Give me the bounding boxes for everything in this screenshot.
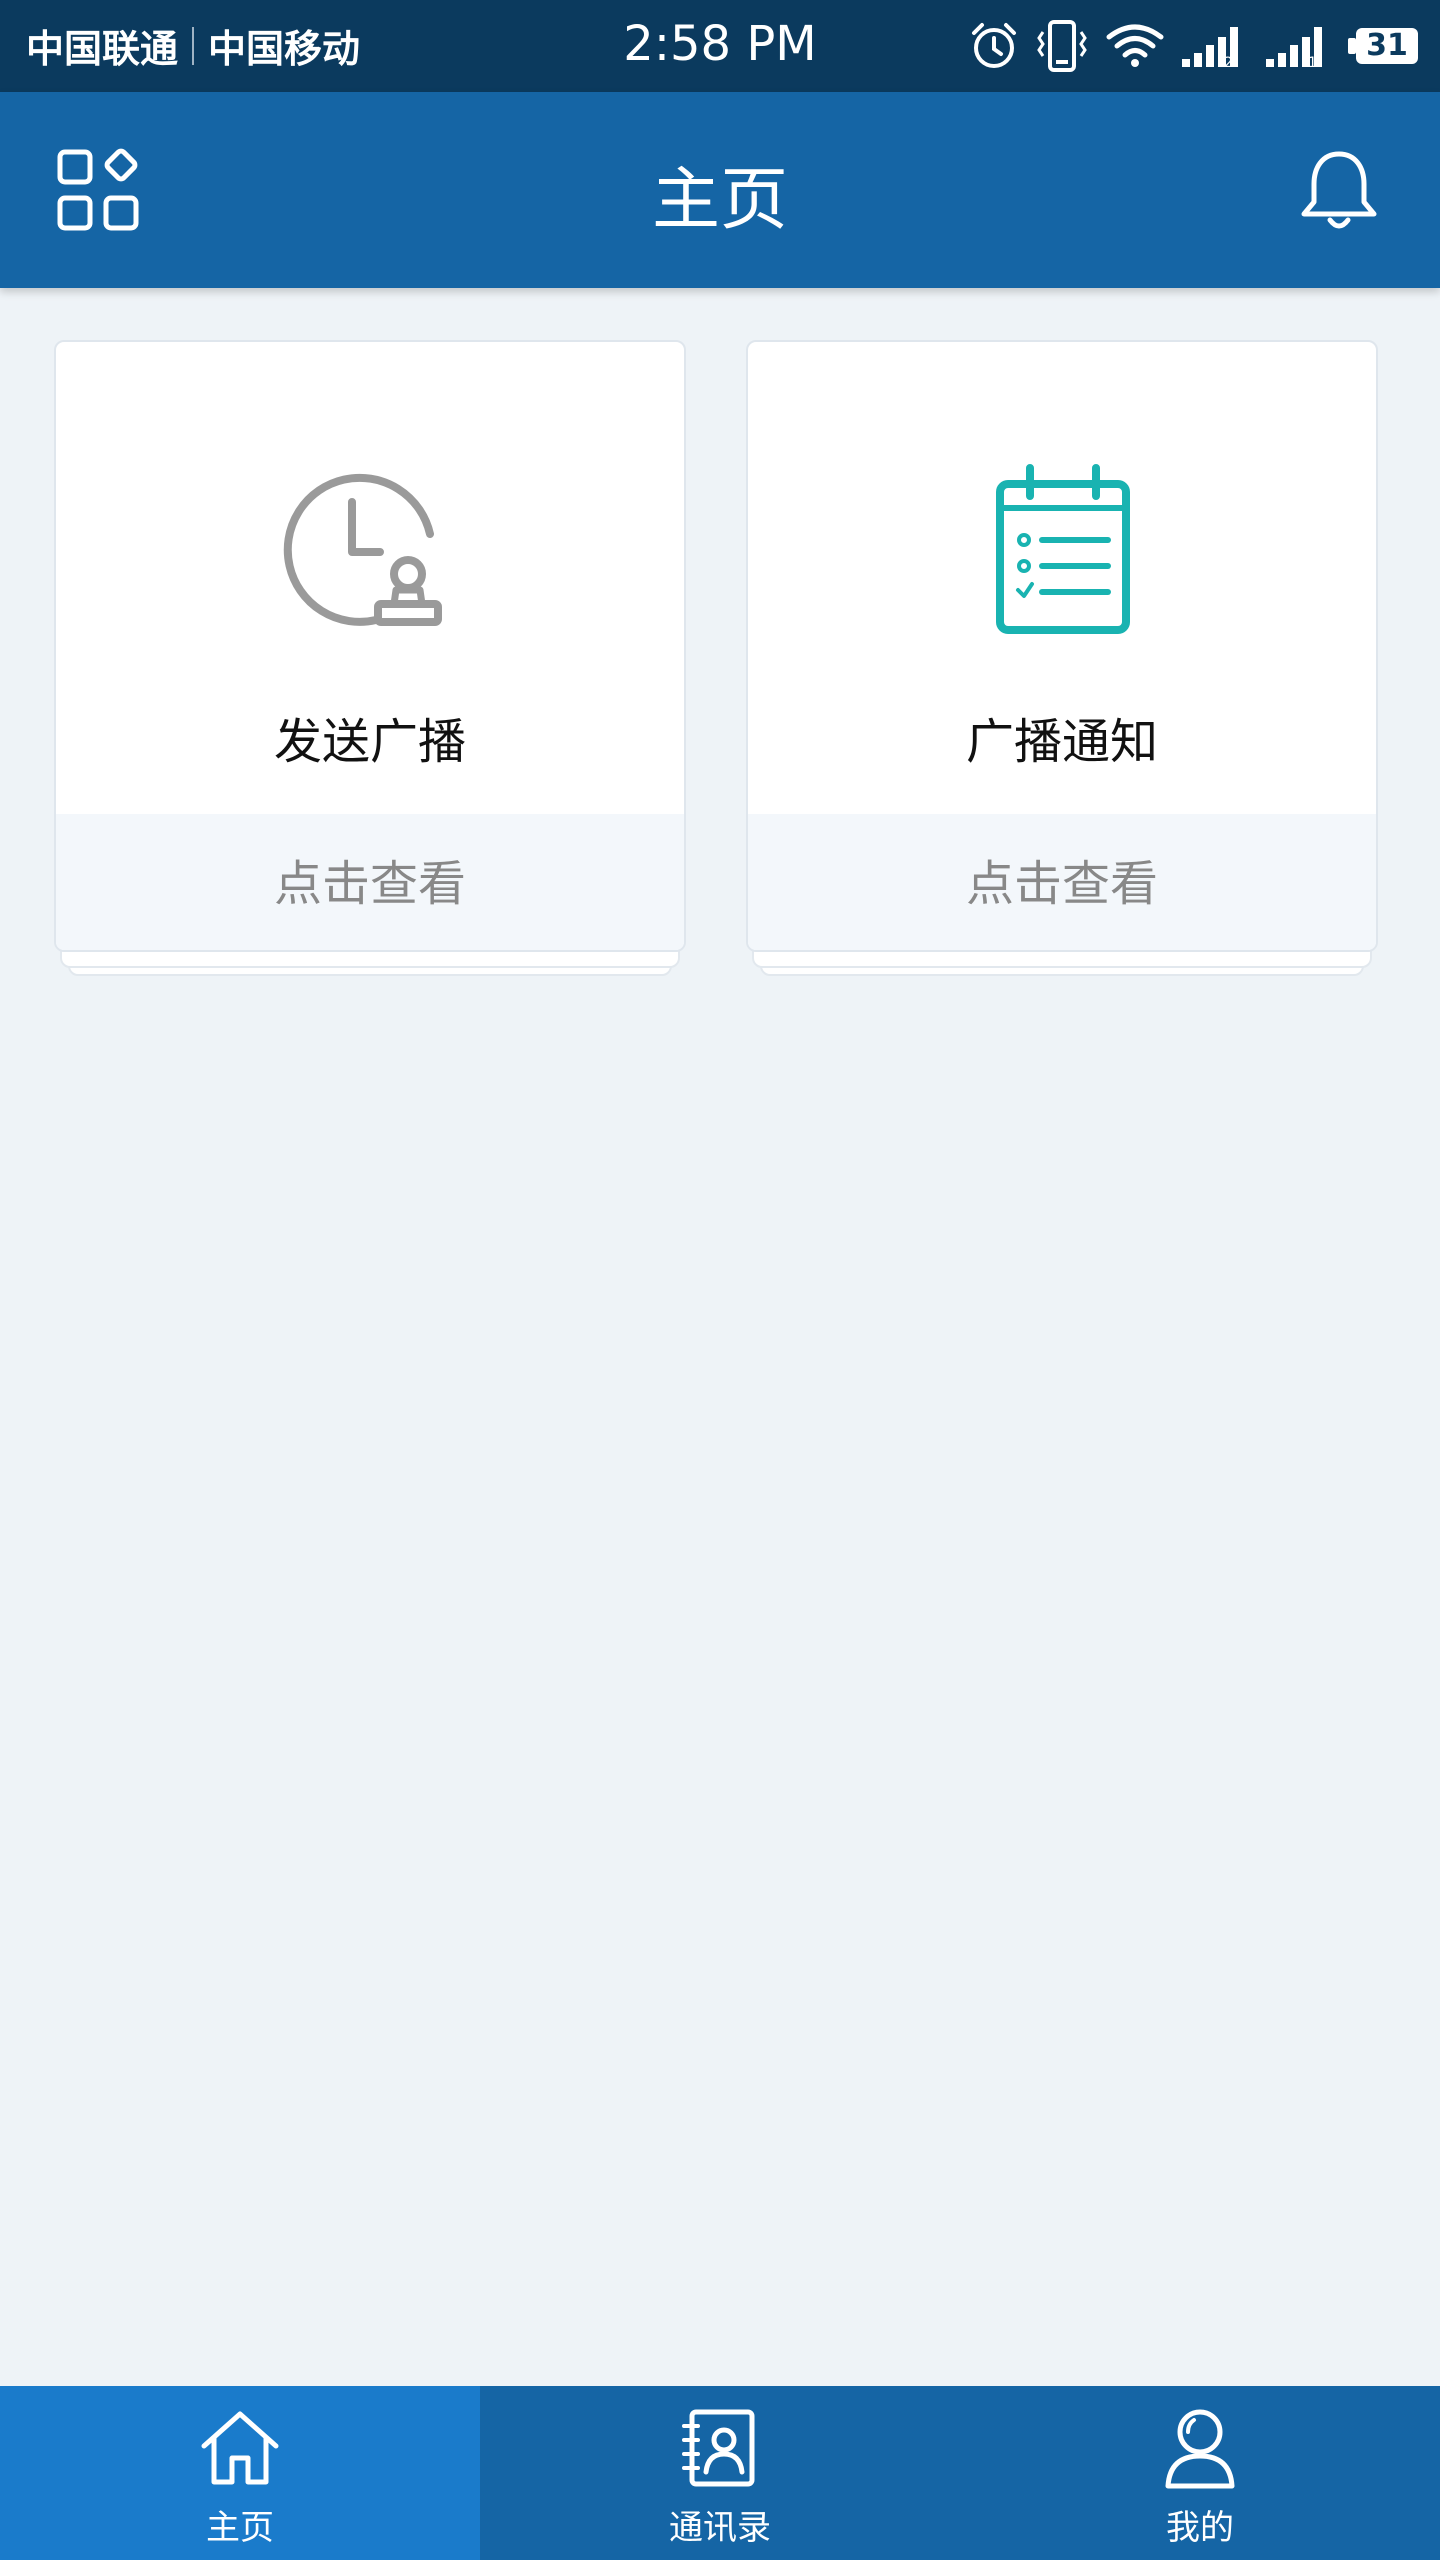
card-body: 发送广播 点击查看 xyxy=(54,340,686,952)
status-icons: 2 1 31 xyxy=(970,18,1420,74)
tab-label: 主页 xyxy=(206,2508,274,2548)
notifications-button[interactable] xyxy=(1294,146,1384,236)
contacts-icon xyxy=(682,2409,755,2487)
page-title: 主页 xyxy=(651,161,788,240)
signal-sim2-icon: 2 xyxy=(1182,27,1238,69)
alarm-icon xyxy=(972,23,1016,68)
tab-home[interactable]: 主页 xyxy=(0,2386,480,2560)
home-screen: 中国联通 中国移动 2:58 PM 2 1 31 主页 发送广播 点击查看 广播… xyxy=(0,0,1440,2560)
signal-sim1-icon: 1 xyxy=(1266,27,1322,69)
tab-contacts[interactable]: 通讯录 xyxy=(480,2386,960,2560)
home-icon xyxy=(201,2411,279,2485)
bottom-tab-bar: 主页 通讯录 我的 xyxy=(0,2386,1440,2560)
app-header: 主页 xyxy=(0,92,1440,288)
vibrate-icon xyxy=(1037,20,1087,72)
svg-text:2: 2 xyxy=(1224,55,1233,69)
card-send-broadcast[interactable]: 发送广播 点击查看 xyxy=(54,340,686,976)
clipboard-checklist-icon xyxy=(996,464,1130,634)
status-bar: 中国联通 中国移动 2:58 PM 2 1 31 xyxy=(0,0,1440,92)
card-view-label: 点击查看 xyxy=(965,856,1158,912)
wifi-icon xyxy=(1106,24,1164,67)
card-body: 广播通知 点击查看 xyxy=(746,340,1378,952)
card-title: 广播通知 xyxy=(965,714,1158,770)
card-title: 发送广播 xyxy=(273,714,466,770)
card-view-button[interactable]: 点击查看 xyxy=(56,814,684,950)
clock-user-icon xyxy=(283,473,442,626)
svg-text:1: 1 xyxy=(1308,55,1317,69)
tab-profile[interactable]: 我的 xyxy=(960,2386,1440,2560)
card-icon-wrap xyxy=(56,462,684,642)
tab-label: 我的 xyxy=(1166,2508,1234,2548)
card-view-label: 点击查看 xyxy=(273,856,466,912)
profile-icon xyxy=(1165,2409,1235,2489)
battery-icon: 31 xyxy=(1348,24,1420,68)
bell-icon xyxy=(1301,151,1377,229)
card-broadcast-notices[interactable]: 广播通知 点击查看 xyxy=(746,340,1378,976)
battery-level: 31 xyxy=(1366,28,1408,63)
card-icon-wrap xyxy=(748,462,1376,642)
card-view-button[interactable]: 点击查看 xyxy=(748,814,1376,950)
tab-label: 通讯录 xyxy=(669,2508,771,2548)
